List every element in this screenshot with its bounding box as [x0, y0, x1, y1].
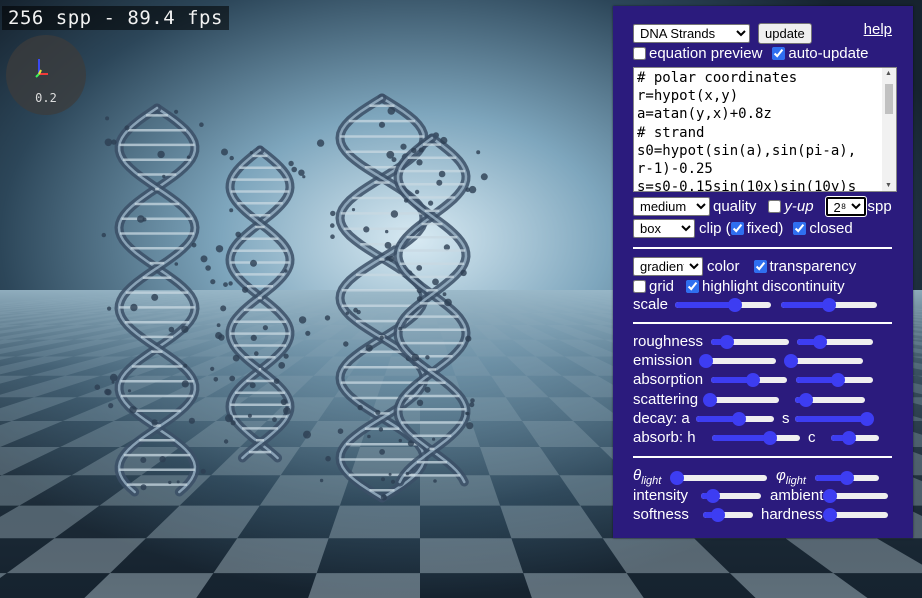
- scroll-up-icon[interactable]: ▲: [885, 70, 892, 77]
- scale-label: scale: [633, 296, 669, 313]
- absorb-h-slider[interactable]: [712, 431, 800, 445]
- phi-light-label: φlight: [776, 467, 806, 487]
- closed-checkbox[interactable]: [793, 222, 807, 235]
- fps-counter: 256 spp - 89.4 fps: [2, 6, 229, 30]
- decay-s-label: s: [782, 410, 790, 427]
- ambient-slider[interactable]: [823, 489, 888, 503]
- roughness-label: roughness: [633, 333, 704, 350]
- grid-label: grid: [649, 278, 675, 295]
- transparency-label: transparency: [769, 258, 857, 275]
- intensity-slider[interactable]: [701, 489, 761, 503]
- clip-select[interactable]: box: [633, 219, 695, 238]
- emission-label: emission: [633, 352, 693, 369]
- phi-light-slider[interactable]: [815, 471, 879, 485]
- color-label: color: [707, 258, 740, 275]
- quality-label: quality: [713, 198, 757, 215]
- preset-select[interactable]: DNA Strands: [633, 24, 750, 43]
- hardness-slider[interactable]: [823, 508, 888, 522]
- help-link[interactable]: help: [864, 21, 892, 38]
- scattering-slider-1[interactable]: [702, 393, 779, 407]
- color-select[interactable]: gradient: [633, 257, 703, 276]
- equation-text[interactable]: # polar coordinates r=hypot(x,y) a=atan(…: [634, 68, 896, 191]
- absorption-slider-2[interactable]: [796, 373, 873, 387]
- spp-label: spp: [867, 198, 892, 215]
- scale-slider-2[interactable]: [781, 298, 877, 312]
- absorb-c-slider[interactable]: [831, 431, 879, 445]
- axis-gizmo[interactable]: 0.2: [6, 35, 86, 115]
- scrollbar-thumb[interactable]: [885, 84, 893, 114]
- quality-select[interactable]: medium: [633, 197, 710, 216]
- absorption-slider-1[interactable]: [711, 373, 787, 387]
- emission-slider-1[interactable]: [699, 354, 776, 368]
- equation-editor[interactable]: # polar coordinates r=hypot(x,y) a=atan(…: [633, 67, 897, 192]
- decay-a-slider[interactable]: [696, 412, 774, 426]
- fixed-checkbox[interactable]: [730, 222, 744, 235]
- hardness-label: hardness: [761, 506, 823, 523]
- ambient-label: ambient: [770, 487, 824, 504]
- closed-label: closed: [809, 220, 853, 237]
- auto-update-checkbox[interactable]: [772, 47, 786, 60]
- absorb-h-label: absorb: h: [633, 429, 696, 446]
- scattering-label: scattering: [633, 391, 699, 408]
- theta-light-label: θlight: [633, 467, 662, 487]
- auto-update-label: auto-update: [788, 45, 869, 62]
- editor-scrollbar[interactable]: ▲ ▼: [882, 68, 896, 191]
- decay-s-slider[interactable]: [795, 412, 874, 426]
- decay-a-label: decay: a: [633, 410, 690, 427]
- equation-preview-checkbox[interactable]: [633, 47, 646, 60]
- clip-label: clip (: [699, 220, 731, 237]
- transparency-checkbox[interactable]: [753, 260, 767, 273]
- axis-scale-label: 0.2: [35, 91, 57, 105]
- emission-slider-2[interactable]: [784, 354, 863, 368]
- divider: [633, 322, 892, 324]
- scale-slider-1[interactable]: [675, 298, 771, 312]
- divider: [633, 456, 892, 458]
- roughness-slider-2[interactable]: [797, 335, 873, 349]
- settings-panel: DNA Strands update help equation preview…: [613, 6, 913, 538]
- y-up-checkbox[interactable]: [768, 200, 782, 213]
- softness-slider[interactable]: [703, 508, 753, 522]
- roughness-slider-1[interactable]: [711, 335, 789, 349]
- divider: [633, 247, 892, 249]
- softness-label: softness: [633, 506, 689, 523]
- absorption-label: absorption: [633, 371, 704, 388]
- y-up-label: y-up: [784, 198, 814, 215]
- highlight-discontinuity-checkbox[interactable]: [686, 280, 700, 293]
- intensity-label: intensity: [633, 487, 689, 504]
- highlight-discontinuity-label: highlight discontinuity: [702, 278, 845, 295]
- fixed-label: fixed): [746, 220, 784, 237]
- scroll-down-icon[interactable]: ▼: [885, 182, 892, 189]
- spp-select[interactable]: 2⁸: [824, 196, 867, 217]
- theta-light-slider[interactable]: [670, 471, 767, 485]
- grid-checkbox[interactable]: [633, 280, 646, 293]
- equation-preview-label: equation preview: [649, 45, 763, 62]
- absorb-c-label: c: [808, 429, 816, 446]
- update-button[interactable]: update: [758, 23, 812, 44]
- scattering-slider-2[interactable]: [795, 393, 865, 407]
